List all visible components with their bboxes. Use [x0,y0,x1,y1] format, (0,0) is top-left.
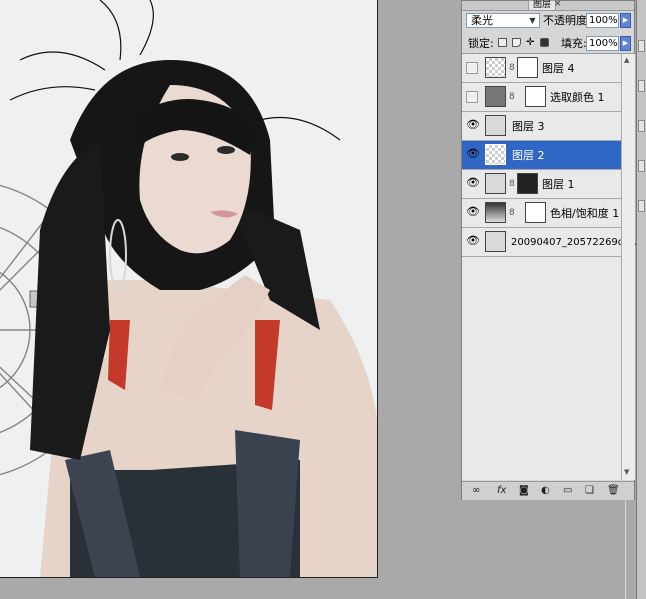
dock-button[interactable] [638,200,645,212]
blend-opacity-row: 柔光 ▼ 不透明度: 100% ▶ [462,11,634,33]
layers-bottom-toolbar: ∞ fx ◙ ◐ ▭ ❏ 🗑 [462,481,634,500]
layer-name: 色相/饱和度 1 [550,207,620,220]
blend-mode-select[interactable]: 柔光 ▼ [466,13,540,28]
scroll-up-icon[interactable]: ▲ [624,56,629,64]
photo-artwork [0,0,377,577]
lock-brush-icon[interactable] [512,38,521,47]
layer-row-layer-2[interactable]: 👁 图层 2 [462,141,621,170]
layer-mask-thumbnail [517,173,538,194]
eye-icon[interactable]: 👁 [466,119,480,132]
link-icon[interactable]: ∞ [472,485,480,497]
link-icon: 8 [509,179,515,189]
mask-icon[interactable]: ◙ [519,485,529,497]
lock-all-icon[interactable] [540,38,549,47]
fill-label: 填充: [561,37,587,50]
fx-icon[interactable]: fx [497,485,506,497]
eye-icon[interactable]: 👁 [466,235,480,248]
layer-name: 图层 4 [542,62,575,75]
eye-icon[interactable]: 👁 [466,206,480,219]
scroll-down-icon[interactable]: ▼ [624,468,629,476]
opacity-stepper[interactable]: ▶ [620,13,631,28]
layer-mask-thumbnail [525,202,546,223]
fill-stepper[interactable]: ▶ [620,36,631,51]
trash-icon[interactable]: 🗑 [607,485,620,497]
layer-row-hue-saturation-1[interactable]: 👁 8 色相/饱和度 1 [462,199,621,228]
layer-name: 图层 2 [512,149,545,162]
link-icon: 8 [509,208,515,218]
dock-button[interactable] [638,40,645,52]
layers-list: 8 图层 4 8 选取颜色 1 👁 图层 3 👁 图层 2 👁 8 图层 1 👁… [462,54,640,480]
layer-thumbnail [485,57,506,78]
layer-thumbnail [485,173,506,194]
layer-thumbnail [485,144,506,165]
opacity-input[interactable]: 100% [586,13,619,28]
visibility-toggle[interactable] [466,91,478,103]
dock-button[interactable] [638,120,645,132]
layer-row-layer-4[interactable]: 8 图层 4 [462,54,621,83]
visibility-toggle[interactable] [466,62,478,74]
layer-row-selective-color-1[interactable]: 8 选取颜色 1 [462,83,621,112]
dock-button[interactable] [638,160,645,172]
layers-panel: 图层 × 柔光 ▼ 不透明度: 100% ▶ 锁定: ✛ 填充: 100% ▶ … [461,0,640,500]
panel-tab-bar: 图层 × [462,0,634,11]
lock-move-icon[interactable]: ✛ [526,38,535,48]
layers-scrollbar[interactable]: ▲ ▼ [621,54,635,480]
layer-row-layer-1[interactable]: 👁 8 图层 1 [462,170,621,199]
link-icon: 8 [509,63,515,73]
lock-label: 锁定: [468,37,494,50]
layer-thumbnail [485,115,506,136]
opacity-label: 不透明度: [543,14,591,27]
lock-transparent-icon[interactable] [498,38,507,47]
layer-mask-thumbnail [517,57,538,78]
layer-mask-thumbnail [525,86,546,107]
dock-button[interactable] [638,80,645,92]
lock-fill-row: 锁定: ✛ 填充: 100% ▶ [462,33,634,54]
right-dock-strip [636,0,646,599]
fill-input[interactable]: 100% [586,36,619,51]
close-icon[interactable]: × [554,0,562,9]
adjustment-thumbnail [485,202,506,223]
layer-thumbnail [485,231,506,252]
document-canvas[interactable] [0,0,378,578]
adjustment-thumbnail [485,86,506,107]
layer-name: 选取颜色 1 [550,91,605,104]
blend-mode-value: 柔光 [471,14,493,27]
folder-icon[interactable]: ▭ [563,485,572,497]
layer-row-background-photo[interactable]: 👁 20090407_20572269d5... [462,228,640,257]
tab-layers[interactable]: 图层 [528,0,557,10]
new-layer-icon[interactable]: ❏ [585,485,594,497]
eye-icon[interactable]: 👁 [466,148,480,161]
layer-name: 图层 3 [512,120,545,133]
chevron-down-icon: ▼ [529,16,536,25]
layer-row-layer-3[interactable]: 👁 图层 3 [462,112,621,141]
eye-icon[interactable]: 👁 [466,177,480,190]
layer-name: 图层 1 [542,178,575,191]
adjustment-icon[interactable]: ◐ [541,485,550,497]
link-icon: 8 [509,92,515,102]
